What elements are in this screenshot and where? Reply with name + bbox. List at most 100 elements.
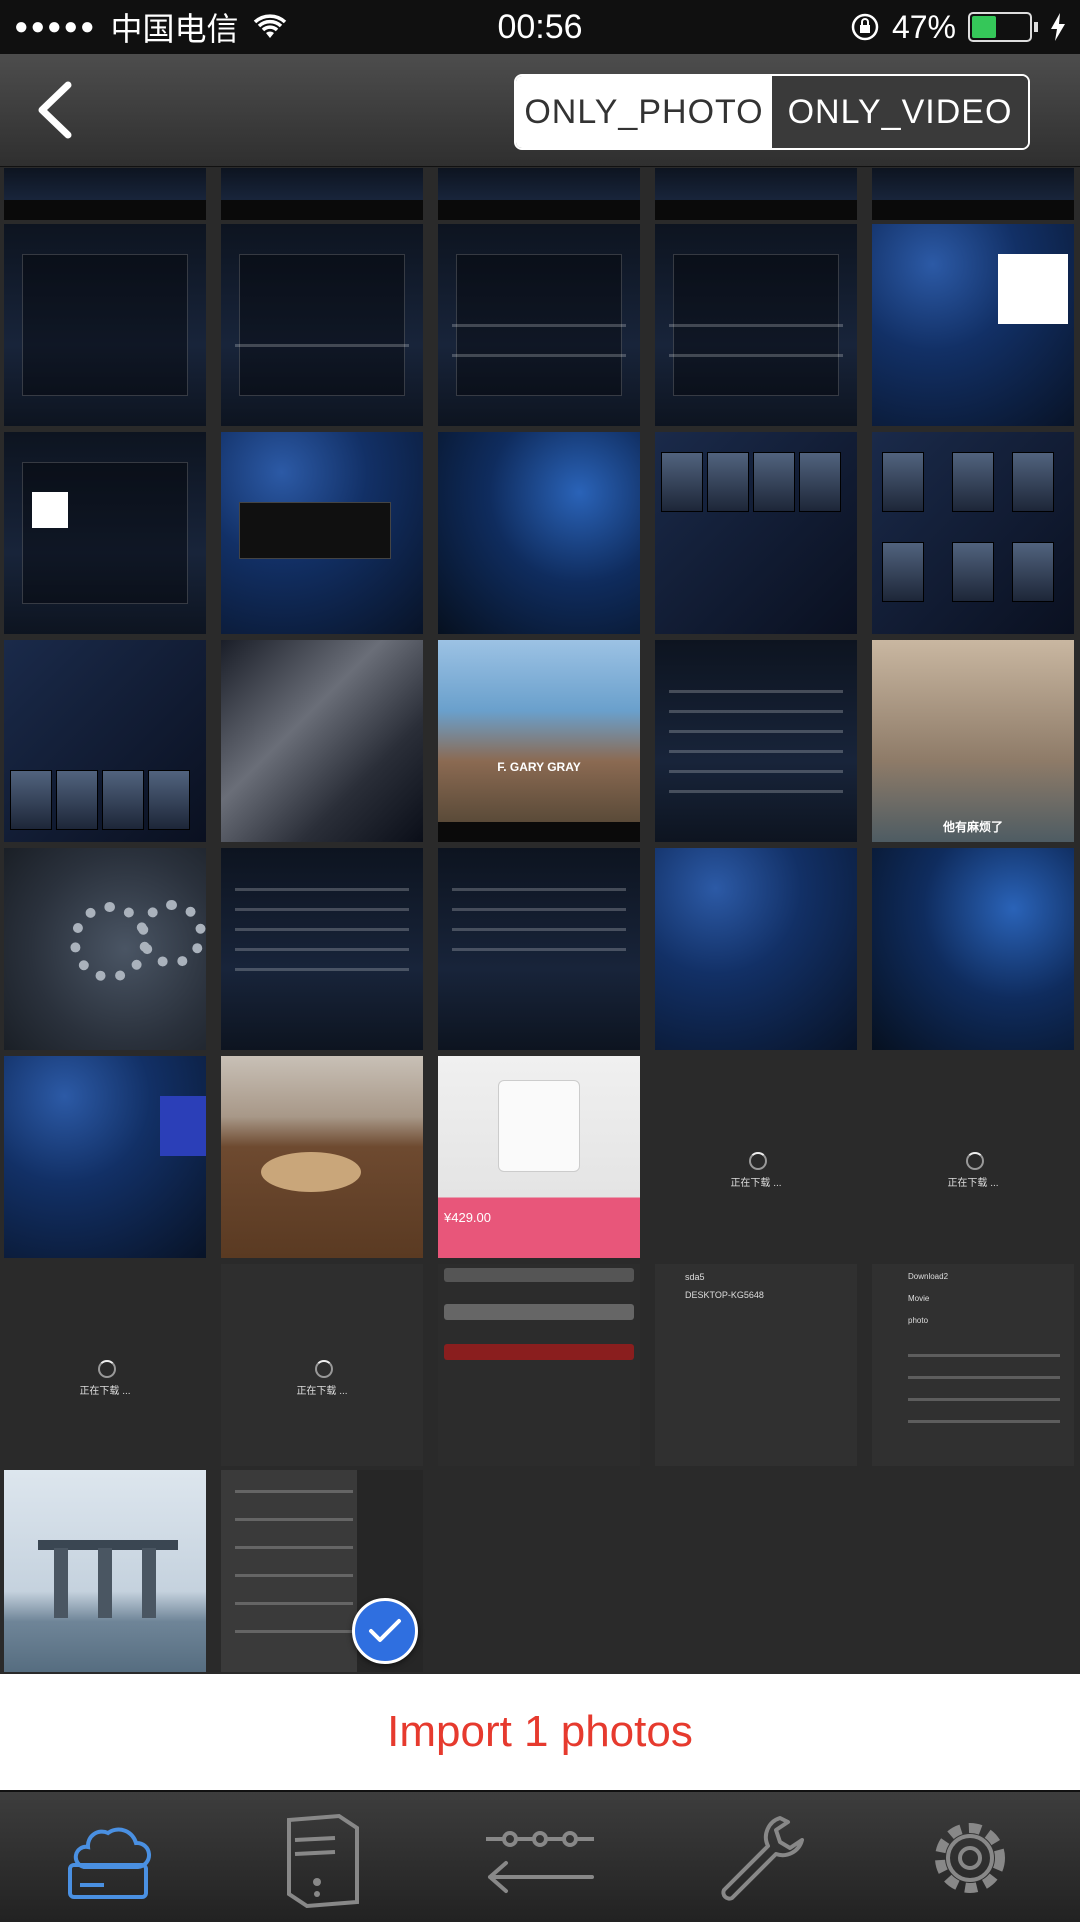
tab-cloud-drive[interactable] bbox=[48, 1806, 168, 1910]
photo-tile[interactable] bbox=[221, 848, 423, 1050]
media-filter-segmented-control: ONLY_PHOTO ONLY_VIDEO bbox=[514, 74, 1030, 150]
tile-line bbox=[235, 1490, 353, 1493]
tile-line bbox=[452, 324, 626, 327]
tile-line bbox=[235, 1602, 353, 1605]
tile-poster bbox=[102, 770, 144, 830]
tab-tools[interactable] bbox=[700, 1806, 820, 1910]
photo-tile[interactable] bbox=[4, 640, 206, 842]
photo-tile[interactable] bbox=[655, 168, 857, 220]
tab-settings[interactable] bbox=[910, 1806, 1030, 1910]
tile-line bbox=[669, 790, 843, 793]
photo-tile[interactable]: sda5 DESKTOP-KG5648 bbox=[655, 1264, 857, 1466]
photo-tile[interactable]: Download2 Movie photo bbox=[872, 1264, 1074, 1466]
tile-addon-logo bbox=[998, 254, 1068, 324]
battery-percent: 47% bbox=[891, 8, 956, 45]
photo-tile[interactable] bbox=[221, 640, 423, 842]
tile-line bbox=[452, 948, 626, 951]
tile-poster bbox=[10, 770, 52, 830]
tile-field bbox=[444, 1304, 634, 1320]
tile-strip bbox=[4, 200, 206, 220]
photo-tile[interactable] bbox=[221, 224, 423, 426]
photo-grid: F. GARY GRAY 他有麻烦了 ¥429.00 正在下载 ... 正在下载… bbox=[0, 168, 1080, 1674]
tile-strip bbox=[438, 200, 640, 220]
photo-tile[interactable] bbox=[4, 1470, 206, 1672]
photo-tile[interactable] bbox=[655, 848, 857, 1050]
tile-line bbox=[235, 1630, 353, 1633]
tile-poster bbox=[952, 542, 994, 602]
tab-transfer[interactable] bbox=[480, 1806, 600, 1910]
photo-tile[interactable] bbox=[872, 848, 1074, 1050]
tile-file-text: Download2 bbox=[908, 1272, 949, 1281]
photo-tile[interactable] bbox=[4, 224, 206, 426]
photo-tile[interactable] bbox=[4, 432, 206, 634]
photo-tile[interactable] bbox=[4, 168, 206, 220]
selected-check-badge[interactable] bbox=[352, 1598, 418, 1664]
photo-tile[interactable] bbox=[872, 432, 1074, 634]
loading-label: 正在下载 ... bbox=[947, 1178, 999, 1189]
photo-tile[interactable] bbox=[655, 224, 857, 426]
tile-line bbox=[669, 354, 843, 357]
photo-tile[interactable] bbox=[655, 640, 857, 842]
photo-tile[interactable] bbox=[221, 432, 423, 634]
tile-strip bbox=[655, 200, 857, 220]
photo-tile[interactable]: ¥429.00 bbox=[438, 1056, 640, 1258]
photo-tile[interactable] bbox=[438, 432, 640, 634]
header-bar: ONLY_PHOTO ONLY_VIDEO bbox=[0, 54, 1080, 167]
loading-spinner-icon bbox=[315, 1360, 333, 1378]
import-photos-button[interactable]: Import 1 photos bbox=[387, 1707, 693, 1757]
photo-tile[interactable] bbox=[4, 848, 206, 1050]
tile-line bbox=[669, 750, 843, 753]
chevron-left-icon bbox=[38, 81, 72, 139]
tile-line bbox=[908, 1398, 1060, 1401]
only-video-segment[interactable]: ONLY_VIDEO bbox=[772, 76, 1028, 148]
battery-level bbox=[972, 16, 997, 38]
only-photo-segment[interactable]: ONLY_PHOTO bbox=[516, 76, 772, 148]
gear-icon bbox=[935, 1823, 1005, 1893]
photo-tile[interactable]: F. GARY GRAY bbox=[438, 640, 640, 842]
photo-tile-loading[interactable]: 正在下载 ... bbox=[872, 1056, 1074, 1258]
photo-tile[interactable] bbox=[438, 1264, 640, 1466]
back-button[interactable] bbox=[22, 78, 86, 142]
loading-label: 正在下载 ... bbox=[296, 1386, 348, 1397]
loading-label: 正在下载 ... bbox=[730, 1178, 782, 1189]
photo-tile[interactable] bbox=[655, 432, 857, 634]
tile-file-text: Movie bbox=[908, 1294, 930, 1303]
photo-tile[interactable] bbox=[4, 1056, 206, 1258]
wrench-icon bbox=[721, 1816, 804, 1901]
battery-icon bbox=[968, 12, 1032, 42]
tile-line bbox=[669, 690, 843, 693]
photo-tile[interactable] bbox=[872, 168, 1074, 220]
photo-tile-loading[interactable]: 正在下载 ... bbox=[4, 1264, 206, 1466]
tile-dialog bbox=[22, 462, 188, 604]
checkmark-icon bbox=[369, 1619, 401, 1642]
tile-line bbox=[908, 1354, 1060, 1357]
loading-label: 正在下载 ... bbox=[79, 1386, 131, 1397]
tile-poster bbox=[882, 542, 924, 602]
tile-line bbox=[669, 730, 843, 733]
tile-poster bbox=[882, 452, 924, 512]
tile-poster bbox=[707, 452, 749, 512]
tile-line bbox=[908, 1420, 1060, 1423]
tile-addon-logo bbox=[160, 1096, 206, 1156]
photo-tile[interactable] bbox=[438, 848, 640, 1050]
tab-server[interactable] bbox=[262, 1806, 382, 1910]
import-bar: Import 1 photos bbox=[0, 1674, 1080, 1790]
tile-line bbox=[452, 908, 626, 911]
photo-tile[interactable] bbox=[438, 224, 640, 426]
photo-tile[interactable] bbox=[438, 168, 640, 220]
photo-tile[interactable] bbox=[872, 224, 1074, 426]
tile-line bbox=[452, 888, 626, 891]
tile-line bbox=[235, 928, 409, 931]
tile-line bbox=[908, 1376, 1060, 1379]
gear-image bbox=[138, 900, 206, 968]
photo-tile-loading[interactable]: 正在下载 ... bbox=[655, 1056, 857, 1258]
tile-poster bbox=[56, 770, 98, 830]
photo-tile[interactable]: 他有麻烦了 bbox=[872, 640, 1074, 842]
photo-tile[interactable] bbox=[221, 1056, 423, 1258]
tile-line bbox=[669, 710, 843, 713]
tile-field bbox=[444, 1344, 634, 1360]
tile-caption: F. GARY GRAY bbox=[497, 760, 581, 774]
photo-tile-loading[interactable]: 正在下载 ... bbox=[221, 1264, 423, 1466]
photo-tile[interactable] bbox=[221, 168, 423, 220]
tile-line bbox=[235, 1518, 353, 1521]
